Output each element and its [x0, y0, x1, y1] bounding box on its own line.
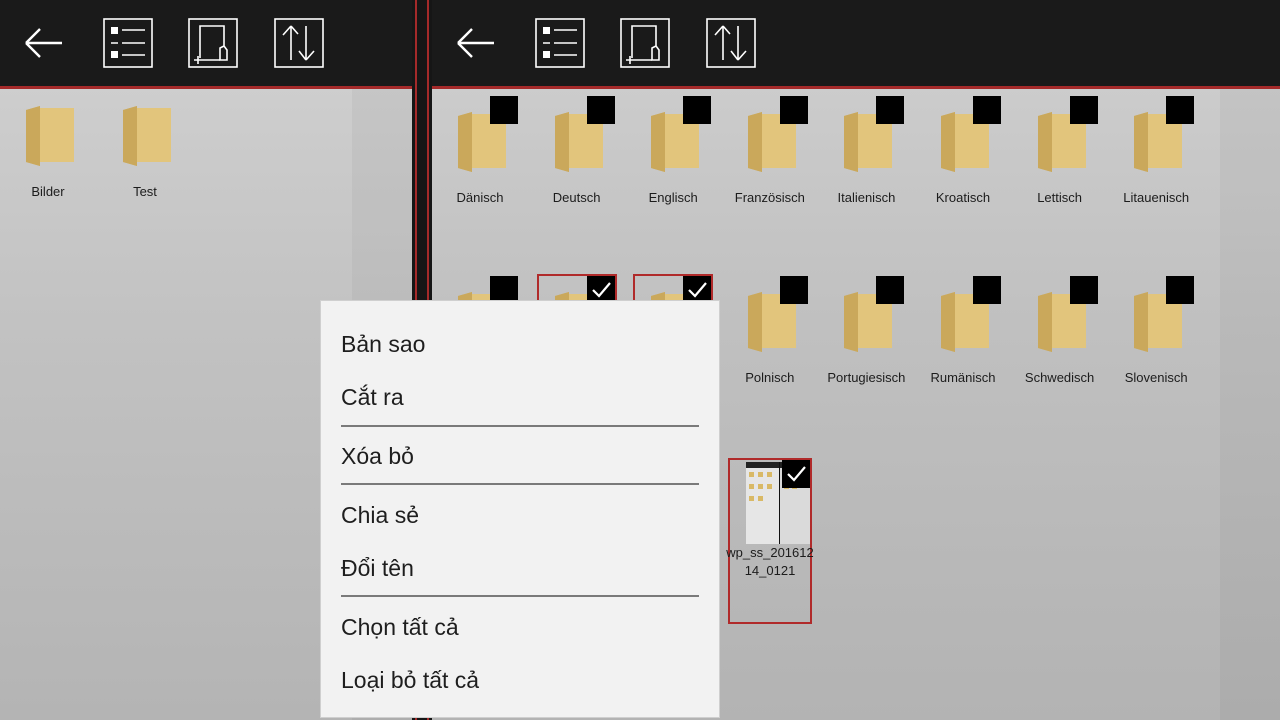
- selection-checkbox[interactable]: [1166, 276, 1195, 304]
- menu-item-deselect-all[interactable]: Loại bỏ tất cả: [341, 658, 699, 702]
- new-folder-icon[interactable]: [188, 18, 238, 68]
- folder-tile[interactable]: Bilder: [8, 88, 88, 258]
- folder-tile[interactable]: Slovenisch: [1116, 274, 1196, 444]
- folder-tile[interactable]: Lettisch: [1020, 94, 1100, 264]
- context-menu: Bản sao Cắt ra Xóa bỏ Chia sẻ Đổi tên Ch…: [320, 300, 720, 718]
- menu-item-rename[interactable]: Đổi tên: [341, 546, 699, 590]
- folder-tile[interactable]: Schwedisch: [1020, 274, 1100, 444]
- menu-separator: [341, 483, 699, 485]
- new-folder-icon[interactable]: [620, 18, 670, 68]
- menu-item-share[interactable]: Chia sẻ: [341, 493, 699, 537]
- selection-checkbox[interactable]: [779, 96, 808, 124]
- menu-item-cut[interactable]: Cắt ra: [341, 375, 699, 419]
- selection-checkbox[interactable]: [973, 276, 1001, 304]
- menu-item-select-all[interactable]: Chọn tất cả: [341, 605, 699, 649]
- menu-item-copy[interactable]: Bản sao: [341, 322, 699, 366]
- selection-checkbox[interactable]: [876, 96, 905, 124]
- selection-checkbox[interactable]: [1166, 96, 1195, 124]
- list-view-icon[interactable]: [103, 18, 153, 68]
- folder-icon: [26, 106, 74, 166]
- right-scrollbar-area[interactable]: [1220, 89, 1280, 720]
- folder-label: Slovenisch: [1124, 370, 1188, 385]
- checkmark-icon: [591, 282, 611, 298]
- folder-tile[interactable]: Portugiesisch: [826, 274, 906, 444]
- folder-tile[interactable]: Polnisch: [730, 274, 810, 444]
- folder-tile[interactable]: Rumänisch: [923, 274, 1003, 444]
- back-arrow-icon[interactable]: [450, 18, 500, 68]
- selection-checkbox[interactable]: [779, 276, 808, 304]
- folder-tile[interactable]: Dänisch: [440, 94, 520, 264]
- folder-label: Litauenisch: [1123, 190, 1190, 205]
- folder-label: Test: [133, 184, 157, 199]
- right-toolbar: [432, 0, 1280, 89]
- selection-checkbox[interactable]: [782, 460, 810, 488]
- left-toolbar: [0, 0, 412, 89]
- menu-separator: [341, 425, 699, 427]
- sort-icon[interactable]: [274, 18, 324, 68]
- menu-item-delete[interactable]: Xóa bỏ: [341, 434, 699, 478]
- selection-checkbox[interactable]: [1069, 96, 1098, 124]
- folder-tile[interactable]: Französisch: [730, 94, 810, 264]
- selection-checkbox[interactable]: [1069, 276, 1098, 304]
- folder-icon: [123, 106, 171, 166]
- list-view-icon[interactable]: [535, 18, 585, 68]
- selection-checkbox[interactable]: [683, 96, 712, 124]
- selection-checkbox[interactable]: [586, 96, 615, 124]
- folder-tile[interactable]: Litauenisch: [1116, 94, 1196, 264]
- back-arrow-icon[interactable]: [18, 18, 68, 68]
- folder-tile[interactable]: Test: [105, 88, 185, 258]
- file-label: wp_ss_20161214_0121: [726, 545, 814, 578]
- selection-checkbox[interactable]: [490, 96, 518, 124]
- file-tile[interactable]: wp_ss_20161214_0121: [726, 458, 814, 624]
- selection-checkbox[interactable]: [876, 276, 905, 304]
- checkmark-icon: [688, 282, 708, 298]
- menu-separator: [341, 595, 699, 597]
- folder-tile[interactable]: Italienisch: [826, 94, 906, 264]
- folder-tile[interactable]: Deutsch: [537, 94, 617, 264]
- folder-tile[interactable]: Kroatisch: [923, 94, 1003, 264]
- selection-checkbox[interactable]: [973, 96, 1001, 124]
- checkmark-icon: [787, 466, 806, 482]
- folder-tile[interactable]: Englisch: [633, 94, 713, 264]
- sort-icon[interactable]: [706, 18, 756, 68]
